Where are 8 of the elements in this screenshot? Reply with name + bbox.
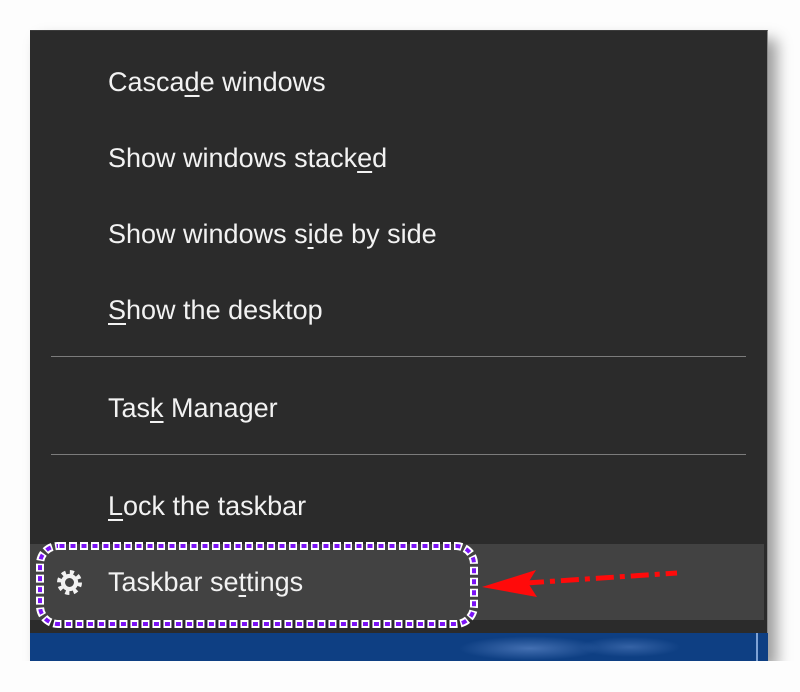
menu-item[interactable]: Taskbar settings [30,544,764,620]
menu-item[interactable]: Show windows stacked [30,120,764,196]
menu-item[interactable]: Lock the taskbar [30,468,764,544]
menu-item[interactable]: Show the desktop [30,272,764,348]
menu-item[interactable]: Task Manager [30,370,764,446]
menu-item[interactable]: Show windows side by side [30,196,764,272]
gear-icon [57,570,82,594]
menu-item[interactable]: Cascade windows [30,44,764,120]
